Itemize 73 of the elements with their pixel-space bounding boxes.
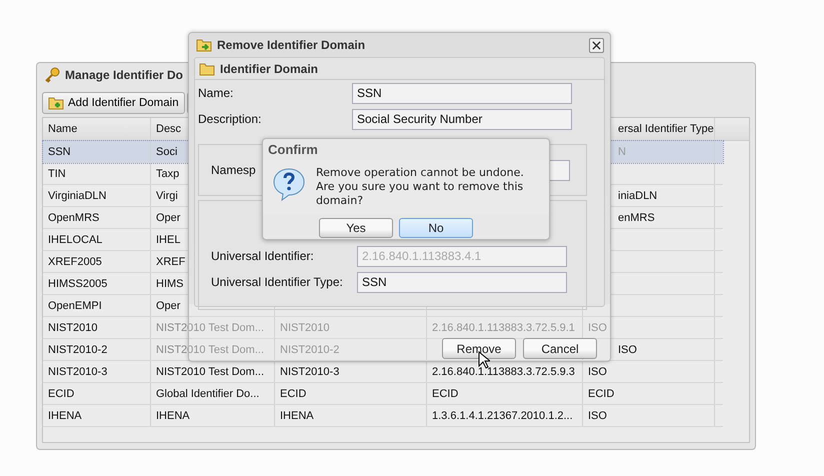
table-cell: HIMS xyxy=(156,278,184,290)
table-cell: HIMSS2005 xyxy=(48,278,108,290)
field-label: Universal Identifier Type: xyxy=(211,275,344,289)
table-cell: 2.16.840.1.113883.3.72.5.9.1 xyxy=(432,322,575,334)
table-cell: IHENA xyxy=(48,410,82,422)
table-cell: OpenMRS xyxy=(48,212,100,224)
table-cell: ISO xyxy=(588,410,607,422)
table-cell: IHELOCAL xyxy=(48,234,102,246)
dialog-title: Remove Identifier Domain xyxy=(217,38,366,52)
table-cell: XREF xyxy=(156,256,186,268)
table-cell: Oper xyxy=(156,212,180,224)
close-icon xyxy=(592,40,601,50)
table-cell: ECID xyxy=(432,388,458,400)
table-cell: ECID xyxy=(280,388,306,400)
table-cell-text: enMRS xyxy=(617,212,655,224)
table-cell: Global Identifier Do... xyxy=(156,388,260,400)
confirm-message: Remove operation cannot be undone. Are you sure you want to remove this domain? xyxy=(316,166,525,208)
field-label: Universal Identifier: xyxy=(211,249,315,263)
window-title: Manage Identifier Do xyxy=(65,68,184,82)
table-cell: XREF2005 xyxy=(48,256,102,268)
field-label: Namesp xyxy=(211,163,256,177)
table-cell: NIST2010 Test Dom... xyxy=(156,366,264,378)
dialog-button[interactable]: Yes xyxy=(319,218,393,238)
close-button[interactable] xyxy=(589,38,604,52)
table-cell: IHENA xyxy=(280,410,314,422)
question-icon xyxy=(271,166,307,202)
description-field[interactable]: Social Security Number xyxy=(352,108,572,130)
table-cell: ECID xyxy=(588,388,614,400)
namespace-field[interactable] xyxy=(550,160,570,180)
table-cell: 2.16.840.1.113883.3.72.5.9.3 xyxy=(432,366,575,378)
table-cell: ISO xyxy=(588,322,607,334)
table-cell-text: N xyxy=(617,146,626,158)
table-cell: NIST2010 Test Dom... xyxy=(156,322,264,334)
table-cell: SSN xyxy=(48,146,71,158)
dialog-button[interactable]: Remove xyxy=(442,338,516,359)
field-label: Description: xyxy=(198,112,262,126)
default-button[interactable]: No xyxy=(399,218,473,238)
table-cell: Virgi xyxy=(156,190,178,202)
table-cell: Soci xyxy=(156,146,178,158)
table-cell: Oper xyxy=(156,300,180,312)
table-cell: Taxp xyxy=(156,168,180,180)
name-field[interactable]: SSN xyxy=(352,82,572,104)
table-cell: TIN xyxy=(48,168,66,180)
column-header[interactable]: Name xyxy=(48,123,78,135)
dialog-button[interactable]: Cancel xyxy=(523,338,597,359)
table-cell-text: iniaDLN xyxy=(617,190,658,202)
table-cell: NIST2010 xyxy=(48,322,98,334)
table-cell-text: ISO xyxy=(617,344,637,356)
key-icon xyxy=(44,67,60,83)
add-domain-button[interactable]: Add Identifier Domain xyxy=(42,92,185,114)
table-row[interactable]: IHENA IHENA IHENA 1.3.6.1.4.1.21367.2010.1.2... ISO xyxy=(43,405,723,427)
field-label: Name: xyxy=(198,86,234,100)
table-cell: NIST2010-2 xyxy=(280,344,340,356)
table-cell: ECID xyxy=(48,388,74,400)
table-cell: OpenEMPI xyxy=(48,300,102,312)
table-cell: NIST2010-3 xyxy=(280,366,340,378)
dialog-title: Confirm xyxy=(268,142,318,157)
table-cell: NIST2010 xyxy=(280,322,330,334)
table-row[interactable]: ECID Global Identifier Do... ECID ECID ECID xyxy=(43,383,723,405)
folder-add-icon xyxy=(48,95,64,111)
table-cell: 1.3.6.1.4.1.21367.2010.1.2... xyxy=(432,410,573,422)
table-cell: VirginiaDLN xyxy=(48,190,106,202)
table-cell: NIST2010-3 xyxy=(48,366,108,378)
universal-identifier-type-field[interactable]: SSN xyxy=(357,272,567,292)
table-cell: IHENA xyxy=(156,410,190,422)
panel-title: Identifier Domain xyxy=(220,62,318,76)
table-cell: NIST2010 Test Dom... xyxy=(156,344,264,356)
table-cell: IHEL xyxy=(156,234,180,246)
column-header[interactable]: Desc xyxy=(156,123,182,135)
table-cell: ISO xyxy=(588,366,607,378)
table-cell: NIST2010-2 xyxy=(48,344,108,356)
folder-arrow-icon xyxy=(196,37,212,53)
folder-icon xyxy=(199,60,215,76)
